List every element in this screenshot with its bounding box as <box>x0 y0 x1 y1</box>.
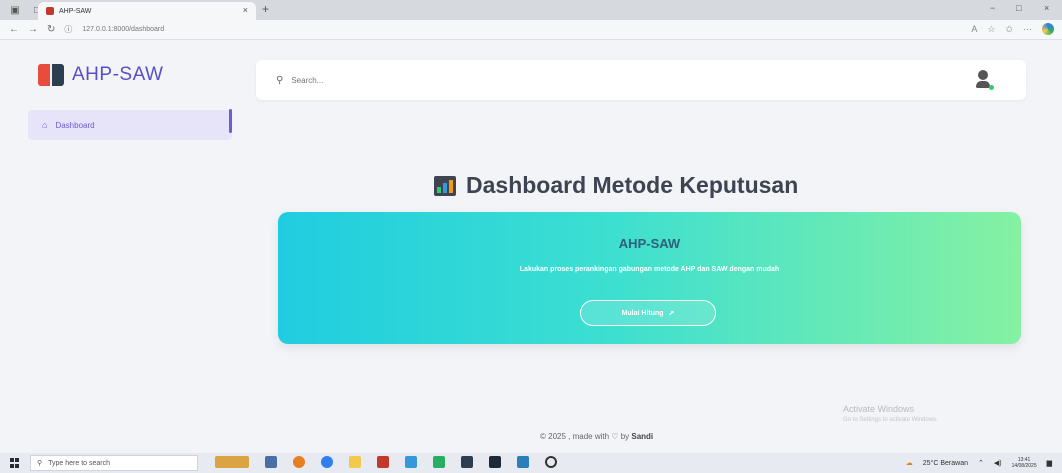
tab-title: AHP-SAW <box>59 7 92 15</box>
edge-icon[interactable] <box>321 456 333 468</box>
heart-icon: ♡ <box>611 432 619 441</box>
minimize-button[interactable]: − <box>990 3 995 13</box>
user-avatar-icon[interactable] <box>974 70 994 90</box>
url-field[interactable]: 127.0.0.1:8000/dashboard <box>82 26 164 33</box>
back-icon[interactable]: ← <box>9 24 19 35</box>
tab-favicon-icon <box>46 7 54 15</box>
sidebar: AHP-SAW ⌂ Dashboard <box>14 50 234 450</box>
refresh-icon[interactable]: ↻ <box>47 24 55 35</box>
taskbar-search-input[interactable]: ⚲ Type here to search <box>30 455 198 471</box>
browser-tab[interactable]: AHP-SAW × <box>38 2 256 20</box>
taskbar-apps <box>215 456 557 468</box>
start-calculation-button[interactable]: Mulai Hitung ➚ <box>580 300 716 326</box>
favorite-star-icon[interactable]: ☆ <box>987 24 995 35</box>
page-title: Dashboard Metode Keputusan <box>434 172 798 199</box>
search-icon[interactable]: ⚲ <box>276 75 283 86</box>
system-tray: ☁ 25°C Berawan ⌃ ◀) 13:41 14/08/2025 ▆ <box>906 457 1052 469</box>
footer-by: by <box>620 432 630 441</box>
rocket-icon: ➚ <box>668 310 675 317</box>
start-calculation-label: Mulai Hitung <box>621 309 664 317</box>
widgets-icon[interactable] <box>215 456 249 468</box>
windows-start-icon[interactable] <box>10 458 20 468</box>
task-view-icon[interactable] <box>265 456 277 468</box>
home-icon: ⌂ <box>42 120 48 130</box>
weather-text[interactable]: 25°C Berawan <box>923 460 968 467</box>
store-icon[interactable] <box>377 456 389 468</box>
clock[interactable]: 13:41 14/08/2025 <box>1012 457 1037 469</box>
workspaces-icon[interactable]: ▣ <box>8 4 22 16</box>
activate-windows-subtitle: Go to Settings to activate Windows. <box>843 417 938 423</box>
address-bar: ← → ↻ ⓘ 127.0.0.1:8000/dashboard A ☆ ✩ ⋯ <box>0 20 1062 40</box>
excel-icon[interactable] <box>433 456 445 468</box>
browser-toolbar: A ☆ ✩ ⋯ <box>971 23 1054 35</box>
top-navbar: ⚲ <box>256 60 1026 100</box>
obs-icon[interactable] <box>545 456 557 468</box>
tray-chevron-icon[interactable]: ⌃ <box>978 459 984 467</box>
close-window-button[interactable]: × <box>1044 3 1049 13</box>
search-input[interactable] <box>291 75 592 85</box>
app-icon[interactable] <box>489 456 501 468</box>
browser-tab-strip: ▣ □ AHP-SAW × + − □ × <box>0 0 1062 20</box>
app-area: AHP-SAW ⌂ Dashboard ⚲ Dashboard Metode K… <box>0 40 1062 453</box>
mail-icon[interactable] <box>405 456 417 468</box>
taskbar-search-placeholder: Type here to search <box>48 459 111 467</box>
vscode-icon[interactable] <box>517 456 529 468</box>
weather-icon[interactable]: ☁ <box>906 459 913 467</box>
terminal-icon[interactable] <box>461 456 473 468</box>
brand-logo-icon <box>38 64 64 86</box>
hero-subtitle: Lakukan proses perankingan gabungan meto… <box>519 266 780 273</box>
footer: © 2025 , made with ♡ by Sandi <box>540 432 653 441</box>
page-title-text: Dashboard Metode Keputusan <box>466 172 799 198</box>
brand[interactable]: AHP-SAW <box>14 50 234 100</box>
windows-taskbar: ⚲ Type here to search ☁ 25°C Berawan ⌃ ◀… <box>0 453 1062 473</box>
footer-author[interactable]: Sandi <box>631 432 653 441</box>
forward-icon[interactable]: → <box>28 24 38 35</box>
footer-prefix: © 2025 , made with <box>540 432 610 441</box>
edge-copilot-icon[interactable] <box>1042 23 1054 35</box>
read-aloud-icon[interactable]: A <box>971 24 977 34</box>
more-menu-icon[interactable]: ⋯ <box>1023 24 1032 35</box>
site-info-icon[interactable]: ⓘ <box>64 24 72 35</box>
favorites-icon[interactable]: ✩ <box>1005 24 1013 35</box>
new-tab-button[interactable]: + <box>262 2 269 16</box>
clock-date: 14/08/2025 <box>1011 463 1037 469</box>
file-explorer-icon[interactable] <box>349 456 361 468</box>
firefox-icon[interactable] <box>293 456 305 468</box>
sidebar-item-dashboard[interactable]: ⌂ Dashboard <box>28 110 232 140</box>
tab-close-icon[interactable]: × <box>243 5 248 15</box>
hero-card: AHP-SAW Lakukan proses perankingan gabun… <box>278 212 1021 344</box>
volume-icon[interactable]: ◀) <box>994 459 1002 467</box>
sidebar-item-label: Dashboard <box>55 120 95 130</box>
taskbar-search-icon: ⚲ <box>37 460 43 467</box>
brand-name: AHP-SAW <box>72 64 164 85</box>
notifications-icon[interactable]: ▆ <box>1047 459 1052 467</box>
bar-chart-icon <box>434 175 456 196</box>
active-indicator <box>229 109 232 133</box>
hero-title: AHP-SAW <box>618 236 681 251</box>
maximize-button[interactable]: □ <box>1016 3 1021 13</box>
activate-windows-title: Activate Windows <box>843 404 915 414</box>
